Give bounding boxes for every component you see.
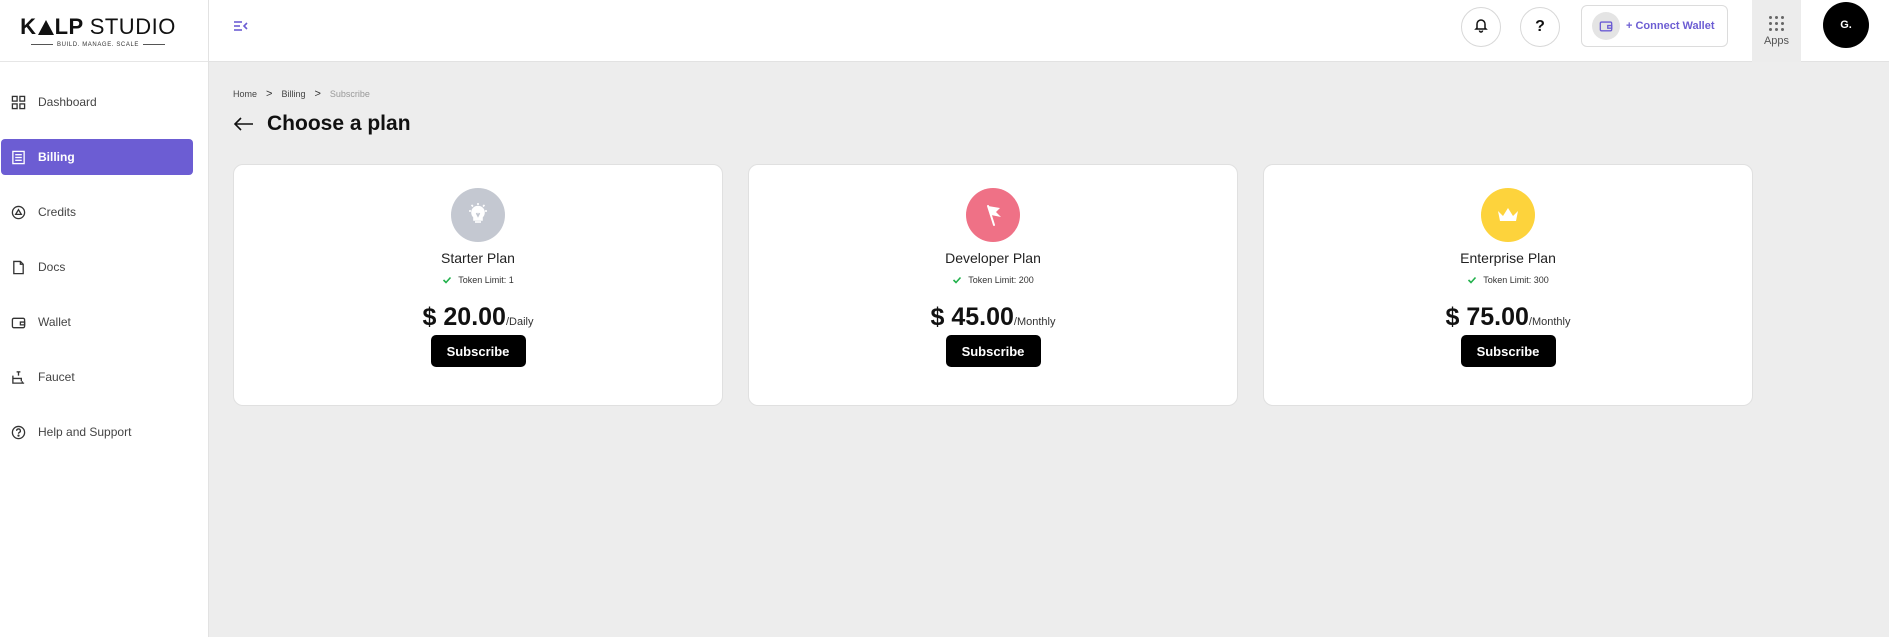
help-icon — [10, 424, 26, 440]
crown-icon — [1481, 188, 1535, 242]
main-content: Home > Billing > Subscribe Choose a plan — [209, 62, 1889, 637]
plan-card-starter: Starter Plan Token Limit: 1 $ 20.00 /Dai… — [233, 164, 723, 406]
plan-name: Starter Plan — [441, 250, 515, 266]
docs-icon — [10, 259, 26, 275]
credits-icon — [10, 204, 26, 220]
plan-card-enterprise: Enterprise Plan Token Limit: 300 $ 75.00… — [1263, 164, 1753, 406]
sidebar-item-dashboard[interactable]: Dashboard — [1, 84, 193, 120]
sidebar-item-label: Docs — [38, 260, 66, 274]
page-header: Choose a plan — [233, 112, 411, 136]
breadcrumb: Home > Billing > Subscribe — [233, 88, 370, 100]
wallet-icon — [10, 314, 26, 330]
price-amount: $ 45.00 — [930, 303, 1014, 331]
plan-feature-text: Token Limit: 200 — [968, 275, 1034, 285]
subscribe-button[interactable]: Subscribe — [430, 335, 526, 367]
breadcrumb-current: Subscribe — [329, 89, 370, 99]
sidebar-item-label: Wallet — [38, 315, 71, 329]
logo-studio: STUDIO — [89, 13, 176, 39]
logo-wordmark: K LP STUDIO — [20, 14, 176, 40]
plan-name: Enterprise Plan — [1460, 250, 1556, 266]
faucet-icon — [10, 369, 26, 385]
breadcrumb-separator: > — [266, 88, 273, 100]
sidebar-nav: Dashboard Billing Credits Docs Wallet Fa… — [0, 62, 208, 450]
brand-logo[interactable]: K LP STUDIO BUILD. MANAGE. SCALE — [0, 0, 208, 62]
lightbulb-icon — [451, 188, 505, 242]
breadcrumb-separator: > — [314, 88, 321, 100]
sidebar-item-label: Help and Support — [38, 425, 132, 439]
notifications-button[interactable] — [1461, 7, 1501, 47]
logo-tagline: BUILD. MANAGE. SCALE — [30, 41, 166, 48]
sidebar-item-wallet[interactable]: Wallet — [1, 304, 193, 340]
logo-letter-k: K — [20, 13, 37, 39]
top-header: ? + Connect Wallet Apps G. — [209, 0, 1889, 62]
connect-wallet-button[interactable]: + Connect Wallet — [1581, 5, 1728, 47]
plan-feature: Token Limit: 1 — [442, 275, 514, 285]
sidebar-item-label: Billing — [38, 150, 75, 164]
apps-grid-icon — [1769, 15, 1784, 31]
wallet-icon — [1592, 12, 1620, 40]
subscribe-button[interactable]: Subscribe — [945, 335, 1041, 367]
logo-triangle-icon — [37, 19, 54, 35]
page-title: Choose a plan — [267, 112, 411, 135]
apps-button[interactable]: Apps — [1752, 0, 1801, 62]
plan-card-developer: Developer Plan Token Limit: 200 $ 45.00 … — [748, 164, 1238, 406]
plan-feature: Token Limit: 200 — [952, 275, 1034, 285]
logo-letters: LP — [54, 13, 84, 39]
question-icon: ? — [1535, 18, 1545, 35]
menu-collapse-icon[interactable] — [231, 16, 251, 36]
sidebar-item-billing[interactable]: Billing — [1, 139, 193, 175]
back-arrow-icon[interactable] — [233, 115, 255, 133]
plan-feature-text: Token Limit: 300 — [1483, 275, 1549, 285]
plan-name: Developer Plan — [945, 250, 1041, 266]
avatar[interactable]: G. — [1823, 2, 1869, 48]
breadcrumb-billing[interactable]: Billing — [281, 89, 305, 99]
check-icon — [1467, 275, 1477, 285]
check-icon — [442, 275, 452, 285]
breadcrumb-home[interactable]: Home — [233, 89, 257, 99]
price-period: /Daily — [505, 316, 534, 328]
price-period: /Monthly — [1013, 316, 1056, 328]
sidebar: K LP STUDIO BUILD. MANAGE. SCALE Dashboard… — [0, 0, 209, 637]
price-period: /Monthly — [1528, 316, 1571, 328]
flag-icon — [966, 188, 1020, 242]
connect-wallet-label: + Connect Wallet — [1626, 20, 1715, 32]
plan-price: $ 75.00 /Monthly — [1446, 303, 1571, 332]
tagline-text: BUILD. MANAGE. SCALE — [56, 41, 140, 48]
plan-feature: Token Limit: 300 — [1467, 275, 1549, 285]
plan-price: $ 20.00 /Daily — [423, 303, 534, 332]
check-icon — [952, 275, 962, 285]
sidebar-item-help[interactable]: Help and Support — [1, 414, 193, 450]
sidebar-item-docs[interactable]: Docs — [1, 249, 193, 285]
plan-feature-text: Token Limit: 1 — [458, 275, 514, 285]
sidebar-item-label: Faucet — [38, 370, 75, 384]
apps-label: Apps — [1763, 34, 1790, 47]
subscribe-button[interactable]: Subscribe — [1460, 335, 1556, 367]
sidebar-item-faucet[interactable]: Faucet — [1, 359, 193, 395]
dashboard-icon — [10, 94, 26, 110]
sidebar-item-credits[interactable]: Credits — [1, 194, 193, 230]
plan-cards: Starter Plan Token Limit: 1 $ 20.00 /Dai… — [233, 164, 1753, 406]
plan-price: $ 45.00 /Monthly — [931, 303, 1056, 332]
price-amount: $ 75.00 — [1445, 303, 1529, 331]
billing-icon — [10, 149, 26, 165]
price-amount: $ 20.00 — [422, 303, 506, 331]
help-button[interactable]: ? — [1520, 7, 1560, 47]
sidebar-item-label: Credits — [38, 205, 77, 219]
bell-icon — [1473, 17, 1489, 38]
sidebar-item-label: Dashboard — [38, 95, 97, 109]
avatar-initials: G. — [1840, 19, 1852, 31]
